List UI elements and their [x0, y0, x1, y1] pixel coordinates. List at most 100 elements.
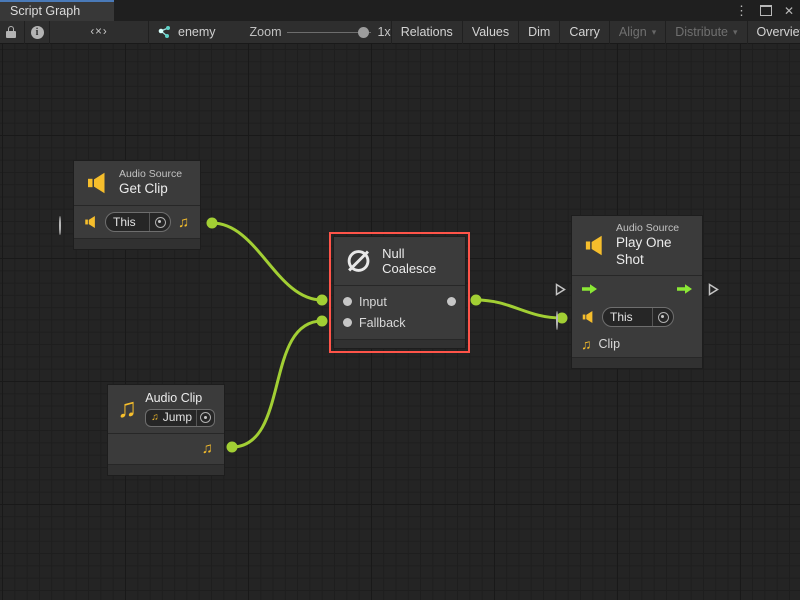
tab-label: Script Graph	[10, 4, 80, 18]
edge-audioclip-to-fallback[interactable]	[232, 321, 322, 447]
node-title: Play One Shot	[616, 235, 692, 269]
node-get-clip[interactable]: Audio Source Get Clip This ♫	[73, 160, 201, 250]
fallback-port[interactable]	[343, 318, 352, 327]
audio-clip-output-icon[interactable]: ♫	[202, 441, 213, 456]
flow-out-arrow-icon[interactable]	[676, 283, 693, 295]
null-coalesce-icon	[344, 245, 373, 277]
node-footer	[74, 238, 200, 249]
node-subtitle: Audio Source	[119, 168, 182, 181]
connection-dot[interactable]	[207, 218, 218, 229]
audio-clip-port-icon[interactable]: ♫	[178, 215, 189, 230]
node-body: This ♫	[74, 206, 200, 238]
node-subtitle: Audio Source	[616, 222, 692, 235]
audio-clip-icon: ♫	[117, 395, 137, 422]
input-port[interactable]	[343, 297, 352, 306]
audio-source-icon	[582, 234, 607, 257]
connection-dot[interactable]	[471, 295, 482, 306]
node-null-coalesce[interactable]: Null Coalesce Input Fallback	[333, 236, 466, 349]
inspect-button[interactable]: i	[25, 21, 49, 44]
lock-icon	[6, 26, 18, 38]
flow-in-arrow-icon[interactable]	[581, 283, 598, 295]
port-row-fallback: Fallback	[334, 312, 465, 333]
node-footer	[334, 339, 465, 348]
port-row-this: This ♫	[74, 206, 200, 238]
zoom-label: Zoom	[250, 25, 282, 39]
values-label: Values	[472, 25, 509, 39]
port-row-this: This	[572, 303, 702, 332]
overview-label: Overview	[757, 25, 800, 39]
input-port-this[interactable]	[556, 312, 558, 330]
carry-button[interactable]: Carry	[560, 21, 609, 44]
edit-graph-button[interactable]: ‹×›	[50, 21, 148, 44]
node-header: Audio Source Get Clip	[74, 161, 200, 206]
edge-getclip-to-input[interactable]	[212, 223, 322, 300]
port-row-output: ♫	[108, 434, 224, 464]
node-footer	[572, 357, 702, 368]
connection-dot[interactable]	[317, 316, 328, 327]
port-row-clip: ♫ Clip	[572, 332, 702, 357]
graph-name: enemy	[178, 25, 216, 39]
relations-button[interactable]: Relations	[392, 21, 462, 44]
align-dropdown[interactable]: Align ▾	[610, 21, 665, 44]
script-graph-window: Script Graph ⋮ ✕ i ‹×›	[0, 0, 800, 600]
clip-label: Clip	[599, 337, 621, 351]
this-field-value: This	[610, 310, 648, 324]
variables-icon: ‹×›	[90, 26, 107, 38]
caret-down-icon: ▾	[733, 27, 738, 38]
graph-breadcrumb[interactable]: enemy	[157, 25, 216, 39]
music-note-icon: ♫	[151, 413, 159, 423]
zoom-slider[interactable]	[287, 21, 371, 44]
tab-script-graph[interactable]: Script Graph	[0, 0, 114, 21]
node-title: Get Clip	[119, 181, 182, 198]
connection-dot[interactable]	[227, 442, 238, 453]
object-picker-icon[interactable]	[196, 410, 214, 426]
node-header: Null Coalesce	[334, 237, 465, 286]
edge-output-to-clip[interactable]	[476, 300, 562, 318]
maximize-icon[interactable]	[760, 5, 772, 16]
carry-label: Carry	[569, 25, 600, 39]
flow-in-port[interactable]	[555, 283, 566, 296]
toolbar-separator	[148, 21, 149, 44]
window-controls: ⋮ ✕	[735, 0, 794, 21]
clip-value: Jump	[163, 410, 192, 425]
zoom-value: 1x	[377, 25, 390, 39]
input-port-this[interactable]	[59, 217, 61, 235]
graph-icon	[157, 26, 172, 39]
node-title: Null Coalesce	[382, 246, 455, 276]
result-output-port[interactable]	[447, 297, 456, 306]
object-picker-icon[interactable]	[652, 308, 673, 326]
fallback-label: Fallback	[359, 316, 406, 330]
node-title: Audio Clip	[145, 391, 215, 407]
node-header: Audio Source Play One Shot	[572, 216, 702, 276]
node-play-one-shot[interactable]: Audio Source Play One Shot	[571, 215, 703, 369]
node-header: ♫ Audio Clip ♫ Jump	[108, 385, 224, 434]
flow-row	[572, 276, 702, 303]
zoom-slider-handle[interactable]	[358, 27, 369, 38]
object-picker-icon[interactable]	[149, 213, 170, 231]
flow-out-port[interactable]	[708, 283, 719, 296]
audio-clip-port-icon: ♫	[581, 337, 592, 351]
node-body: ♫	[108, 434, 224, 464]
distribute-label: Distribute	[675, 25, 728, 39]
dim-button[interactable]: Dim	[519, 21, 559, 44]
graph-canvas[interactable]: Audio Source Get Clip This ♫	[0, 44, 800, 600]
clip-value-field[interactable]: ♫ Jump	[145, 409, 215, 427]
values-button[interactable]: Values	[463, 21, 518, 44]
this-field[interactable]: This	[105, 212, 171, 232]
connection-dot[interactable]	[557, 313, 568, 324]
this-field[interactable]: This	[602, 307, 674, 327]
node-audio-clip[interactable]: ♫ Audio Clip ♫ Jump ♫	[107, 384, 225, 476]
window-menu-icon[interactable]: ⋮	[735, 4, 748, 17]
distribute-dropdown[interactable]: Distribute ▾	[666, 21, 746, 44]
audio-source-icon	[84, 171, 110, 195]
port-row-input: Input	[334, 291, 465, 312]
node-body: Input Fallback	[334, 286, 465, 339]
titlebar: Script Graph ⋮ ✕	[0, 0, 800, 21]
overview-button[interactable]: Overview	[748, 21, 800, 44]
lock-button[interactable]	[0, 21, 24, 44]
this-field-value: This	[113, 215, 145, 229]
input-label: Input	[359, 295, 387, 309]
close-icon[interactable]: ✕	[784, 5, 794, 17]
connection-dot[interactable]	[317, 295, 328, 306]
info-icon: i	[31, 26, 44, 39]
